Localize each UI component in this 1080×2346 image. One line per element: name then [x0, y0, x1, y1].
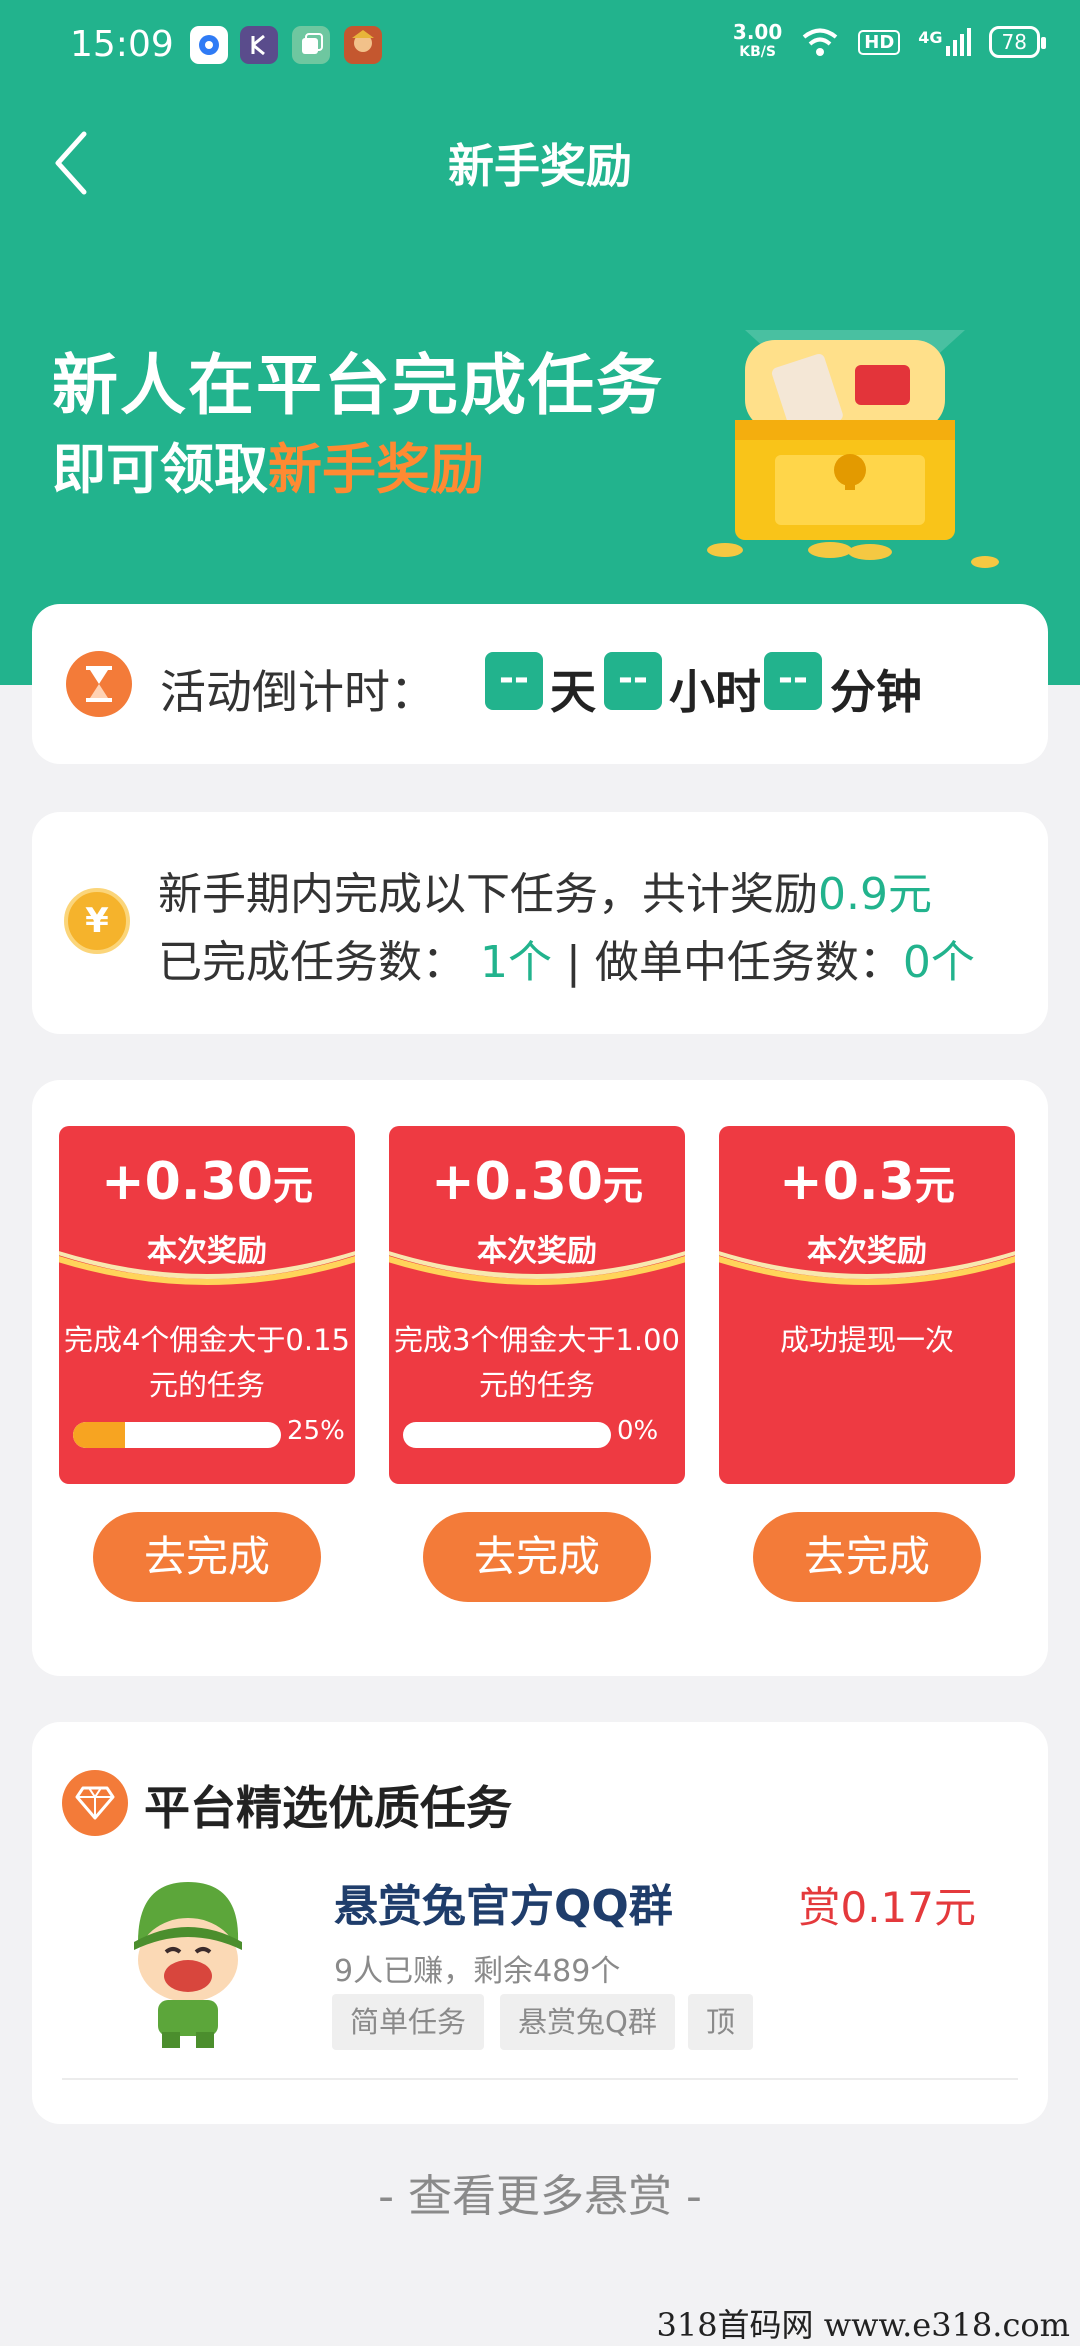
- tile-arc-decoration: [719, 1251, 1015, 1308]
- reward-tile: +0.3元 本次奖励 成功提现一次: [719, 1126, 1015, 1484]
- reward-description: 成功提现一次: [779, 1323, 954, 1357]
- hourglass-icon: [66, 651, 132, 717]
- task-tag: 悬赏兔Q群: [500, 1994, 675, 2050]
- reward-tasks-card: +0.30元 本次奖励 完成4个佣金大于0.15 元的任务 25% +0.30元 …: [32, 1080, 1048, 1676]
- reward-amount: +0.30元: [431, 1152, 643, 1212]
- progress-fill: [73, 1422, 125, 1448]
- banner-headline: 新人在平台完成任务: [52, 347, 664, 424]
- countdown-label: 活动倒计时：: [160, 665, 436, 719]
- reward-amount: +0.3元: [779, 1152, 955, 1212]
- hd-icon: HD: [858, 29, 901, 55]
- divider: [62, 2078, 1018, 2080]
- signal-icon: 4G: [918, 28, 971, 56]
- page-title: 新手奖励: [448, 139, 632, 193]
- banner-subheadline: 即可领取新手奖励: [52, 438, 484, 501]
- reward-amount: +0.30元: [101, 1152, 313, 1212]
- progress-text: 25%: [287, 1416, 345, 1446]
- diamond-icon: [62, 1770, 128, 1836]
- status-time: 15:09: [70, 24, 174, 65]
- progress-text: 0%: [617, 1416, 659, 1446]
- battery-icon: 78: [988, 26, 1047, 58]
- task-stats: 9人已赚，剩余489个: [334, 1954, 621, 1989]
- countdown-card: 活动倒计时： -- 天 -- 小时 -- 分钟: [32, 604, 1048, 764]
- progress-bar: [73, 1422, 281, 1448]
- tile-arc-decoration: [389, 1251, 685, 1308]
- net-speed: 3.00 KB/S: [732, 20, 783, 60]
- countdown-days-value: --: [485, 652, 543, 710]
- reward-tile: +0.30元 本次奖励 完成3个佣金大于1.00 元的任务 0%: [389, 1126, 685, 1484]
- app-game-icon: [344, 26, 382, 64]
- status-indicators: 3.00 KB/S HD 4G 78: [732, 20, 1047, 62]
- watermark-text: 318首码网 www.e318.com: [656, 2306, 1070, 2344]
- countdown-minutes-unit: 分钟: [830, 665, 922, 719]
- app-k-icon: [240, 26, 278, 64]
- complete-task-button[interactable]: 去完成: [753, 1512, 981, 1602]
- featured-tasks-card: 平台精选优质任务 悬赏兔官方QQ群 9人已赚，剩余489个 赏0.17元 简单任…: [32, 1722, 1048, 2124]
- task-tag: 简单任务: [332, 1994, 485, 2050]
- countdown-minutes-value: --: [764, 652, 822, 710]
- countdown-days-unit: 天: [550, 665, 596, 719]
- summary-counts-line: 已完成任务数： 1个 | 做单中任务数：0个: [158, 937, 975, 988]
- summary-total-line: 新手期内完成以下任务，共计奖励0.9元: [158, 869, 932, 920]
- reward-summary-card: ¥ 新手期内完成以下任务，共计奖励0.9元 已完成任务数： 1个 | 做单中任务…: [32, 812, 1048, 1034]
- task-tag: 顶: [688, 1994, 754, 2050]
- treasure-chest-illustration: [707, 330, 999, 568]
- complete-task-button[interactable]: 去完成: [93, 1512, 321, 1602]
- reward-description: 完成3个佣金大于1.00 元的任务: [393, 1323, 681, 1402]
- task-name: 悬赏兔官方QQ群: [334, 1881, 673, 1932]
- app-notification-icon: [190, 26, 228, 64]
- progress-bar: [403, 1422, 611, 1448]
- reward-description: 完成4个佣金大于0.15 元的任务: [63, 1323, 351, 1402]
- app-window-icon: [292, 26, 330, 64]
- complete-task-button[interactable]: 去完成: [423, 1512, 651, 1602]
- countdown-hours-unit: 小时: [669, 665, 761, 719]
- tile-arc-decoration: [59, 1251, 355, 1308]
- yen-coin-icon: ¥: [64, 888, 130, 954]
- view-more-link[interactable]: - 查看更多悬赏 -: [0, 2160, 1080, 2224]
- reward-tile: +0.30元 本次奖励 完成4个佣金大于0.15 元的任务 25%: [59, 1126, 355, 1484]
- task-reward: 赏0.17元: [798, 1883, 976, 1932]
- wifi-icon: [803, 28, 838, 56]
- section-title: 平台精选优质任务: [144, 1781, 512, 1835]
- task-avatar: [134, 1882, 242, 2048]
- countdown-hours-value: --: [604, 652, 662, 710]
